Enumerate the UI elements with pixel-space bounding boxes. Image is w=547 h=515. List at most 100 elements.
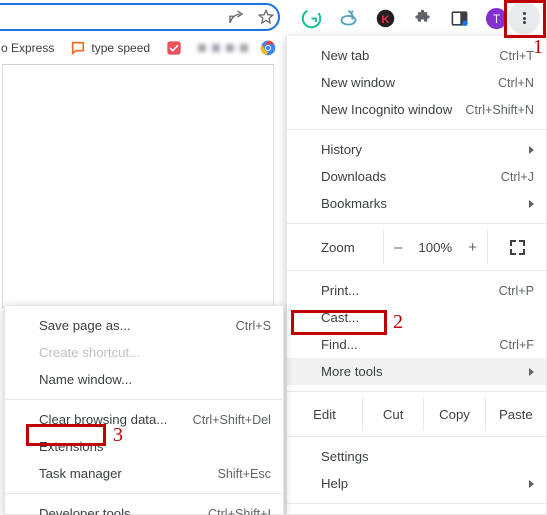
split-screen-icon[interactable]: [443, 2, 475, 34]
blurred-item-3: [226, 44, 235, 52]
copy-button[interactable]: Copy: [423, 398, 484, 430]
svg-text:T: T: [492, 13, 499, 25]
zoom-percent-value: 100%: [418, 239, 453, 255]
omnibox-strip: [0, 0, 290, 34]
submenu-item-task-manager[interactable]: Task manager Shift+Esc: [5, 460, 283, 487]
submenu-item-save-page-as[interactable]: Save page as... Ctrl+S: [5, 312, 283, 339]
menu-item-new-tab-accel: Ctrl+T: [499, 48, 534, 63]
cut-button[interactable]: Cut: [362, 398, 423, 430]
dark-reader-extension-icon[interactable]: [332, 2, 364, 34]
menu-item-downloads-label: Downloads: [321, 169, 387, 184]
menu-item-exit[interactable]: Exit: [287, 510, 546, 515]
menu-separator-5: [287, 436, 546, 437]
paste-button[interactable]: Paste: [484, 398, 546, 430]
submenu-item-name-window-label: Name window...: [39, 372, 133, 387]
menu-item-help[interactable]: Help: [287, 470, 546, 497]
submenu-item-clear-browsing-data[interactable]: Clear browsing data... Ctrl+Shift+Del: [5, 406, 283, 433]
menu-separator-4: [287, 391, 546, 392]
submenu-item-create-shortcut-label: Create shortcut...: [39, 345, 141, 360]
menu-item-new-window-accel: Ctrl+N: [497, 75, 534, 90]
step-marker-2: 2: [393, 311, 403, 333]
menu-item-new-incognito-window-label: New Incognito window: [321, 102, 453, 117]
zoom-controls: – 100% +: [383, 230, 488, 264]
bookmark-express[interactable]: o Express: [0, 36, 54, 60]
submenu-item-save-page-as-accel: Ctrl+S: [235, 318, 271, 333]
menu-edit-row: Edit Cut Copy Paste: [287, 398, 546, 430]
bookmark-todoist[interactable]: [166, 36, 182, 60]
submenu-item-save-page-as-label: Save page as...: [39, 318, 131, 333]
menu-item-find-accel: Ctrl+F: [499, 337, 534, 352]
submenu-item-task-manager-label: Task manager: [39, 466, 122, 481]
menu-item-history-label: History: [321, 142, 363, 157]
menu-separator-3: [287, 270, 546, 271]
menu-item-find[interactable]: Find... Ctrl+F: [287, 331, 546, 358]
extensions-puzzle-icon[interactable]: [406, 2, 438, 34]
blurred-item-2: [212, 44, 221, 52]
menu-item-new-window[interactable]: New window Ctrl+N: [287, 69, 546, 96]
fullscreen-button[interactable]: [488, 230, 546, 264]
menu-item-cast-label: Cast...: [321, 310, 360, 325]
browser-screenshot: K T o Express type speed New tab Ctrl+T …: [0, 0, 547, 515]
chevron-right-icon: [529, 145, 534, 154]
submenu-separator-2: [5, 493, 283, 494]
chat-bubble-icon: [70, 40, 86, 56]
zoom-label: Zoom: [321, 239, 355, 255]
submenu-item-extensions[interactable]: Extensions: [5, 433, 283, 460]
menu-item-more-tools-label: More tools: [321, 364, 383, 379]
submenu-item-name-window[interactable]: Name window...: [5, 366, 283, 393]
submenu-item-extensions-label: Extensions: [39, 439, 104, 454]
menu-item-new-tab-label: New tab: [321, 48, 370, 63]
submenu-item-clear-browsing-data-label: Clear browsing data...: [39, 412, 168, 427]
menu-item-settings[interactable]: Settings: [287, 443, 546, 470]
submenu-separator-1: [5, 399, 283, 400]
bookmarks-bar: o Express type speed: [0, 34, 290, 62]
menu-item-new-window-label: New window: [321, 75, 396, 90]
submenu-item-developer-tools-accel: Ctrl+Shift+I: [208, 506, 271, 515]
menu-item-settings-label: Settings: [321, 449, 369, 464]
grammarly-extension-icon[interactable]: [295, 2, 327, 34]
bookmark-type-speed[interactable]: type speed: [70, 36, 150, 60]
page-content-area: [2, 64, 274, 308]
menu-item-print-label: Print...: [321, 283, 360, 298]
chevron-right-icon: [529, 367, 534, 376]
submenu-item-clear-browsing-data-accel: Ctrl+Shift+Del: [192, 412, 271, 427]
menu-item-bookmarks-label: Bookmarks: [321, 196, 387, 211]
kebab-dot-2: [522, 16, 526, 20]
menu-separator-1: [287, 129, 546, 130]
submenu-item-create-shortcut: Create shortcut...: [5, 339, 283, 366]
menu-item-new-incognito-window[interactable]: New Incognito window Ctrl+Shift+N: [287, 96, 546, 123]
step-marker-1: 1: [533, 36, 543, 58]
menu-item-new-tab[interactable]: New tab Ctrl+T: [287, 42, 546, 69]
fullscreen-icon: [509, 239, 525, 255]
menu-item-cast[interactable]: Cast...: [287, 304, 546, 331]
menu-item-help-label: Help: [321, 476, 349, 491]
blurred-item-4: [240, 44, 249, 52]
zoom-in-button[interactable]: +: [464, 239, 481, 256]
menu-item-bookmarks[interactable]: Bookmarks: [287, 190, 546, 217]
menu-item-print[interactable]: Print... Ctrl+P: [287, 277, 546, 304]
submenu-item-developer-tools[interactable]: Developer tools Ctrl+Shift+I: [5, 500, 283, 515]
chrome-icon: [260, 40, 276, 56]
menu-separator-2: [287, 223, 546, 224]
chrome-main-menu: New tab Ctrl+T New window Ctrl+N New Inc…: [286, 36, 547, 515]
menu-item-history[interactable]: History: [287, 136, 546, 163]
menu-separator-6: [287, 503, 546, 504]
menu-item-downloads[interactable]: Downloads Ctrl+J: [287, 163, 546, 190]
submenu-item-developer-tools-label: Developer tools: [39, 506, 131, 515]
share-icon[interactable]: [227, 8, 245, 26]
chevron-right-icon: [529, 199, 534, 208]
menu-item-more-tools[interactable]: More tools: [287, 358, 546, 385]
bookmark-blurred[interactable]: [198, 44, 249, 52]
chrome-menu-kebab-button[interactable]: [508, 2, 540, 34]
bookmark-chrome[interactable]: [260, 36, 276, 60]
menu-item-print-accel: Ctrl+P: [498, 283, 534, 298]
menu-item-new-incognito-window-accel: Ctrl+Shift+N: [465, 102, 534, 117]
checklist-icon: [166, 40, 182, 56]
submenu-item-task-manager-accel: Shift+Esc: [217, 466, 271, 481]
bookmark-star-icon[interactable]: [257, 8, 275, 26]
blurred-item-1: [198, 44, 207, 52]
edit-label: Edit: [313, 406, 336, 422]
zoom-out-button[interactable]: –: [390, 239, 406, 256]
menu-item-find-label: Find...: [321, 337, 358, 352]
kami-extension-icon[interactable]: K: [369, 2, 401, 34]
